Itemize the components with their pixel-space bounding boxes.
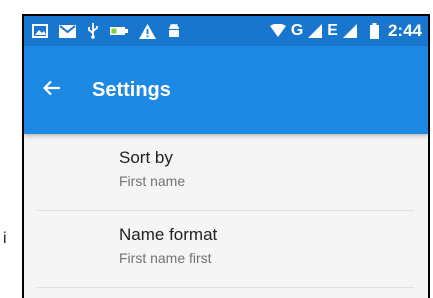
network-type-label: G	[290, 22, 304, 39]
phone-screen: G E 2:44 Settings Sort by First name Nam…	[22, 14, 430, 298]
divider	[36, 287, 414, 288]
notification-icons	[32, 23, 181, 39]
setting-value: First name	[119, 173, 186, 189]
app-bar: Settings	[24, 46, 428, 134]
setting-title: Sort by	[119, 148, 173, 167]
page-title: Settings	[92, 78, 171, 101]
signal-icon-2	[342, 24, 357, 38]
setting-title: Name format	[119, 225, 218, 244]
clock: 2:44	[387, 21, 422, 40]
arrow-back-icon	[42, 80, 61, 101]
signal-icon	[308, 24, 323, 38]
image-icon	[32, 24, 48, 38]
setting-name-format[interactable]: Name format First name first	[24, 211, 428, 287]
settings-list: Sort by First name Name format First nam…	[24, 134, 428, 288]
warning-icon	[139, 23, 156, 39]
battery-icon	[369, 23, 379, 39]
network-type-label-2: E	[327, 22, 338, 39]
battery-saver-icon	[110, 25, 128, 37]
cropped-edge-text: i	[3, 230, 7, 247]
setting-sort-by[interactable]: Sort by First name	[24, 134, 428, 210]
status-bar: G E 2:44	[24, 16, 428, 46]
mail-icon	[59, 24, 76, 38]
wifi-icon	[269, 24, 286, 38]
setting-value: First name first	[119, 250, 212, 266]
system-status: G E 2:44	[269, 21, 422, 41]
back-button[interactable]	[28, 66, 76, 114]
android-icon	[167, 23, 181, 39]
usb-icon	[87, 23, 99, 39]
